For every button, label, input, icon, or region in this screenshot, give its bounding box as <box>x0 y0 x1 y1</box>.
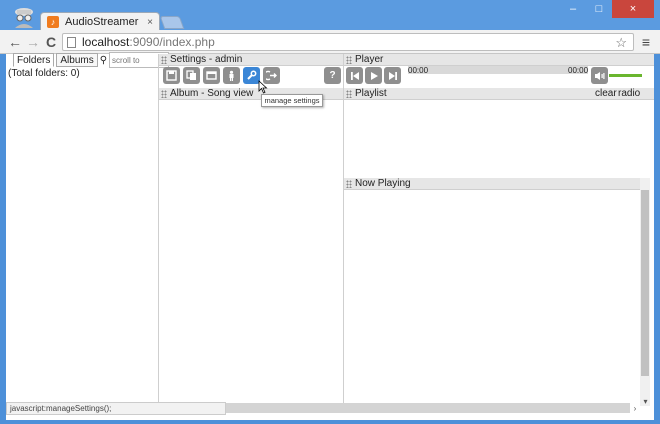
settings-title: Settings - admin <box>170 54 243 65</box>
maximize-button[interactable]: □ <box>586 0 612 18</box>
help-button[interactable]: ? <box>324 67 341 84</box>
address-bar[interactable]: localhost:9090/index.php ☆ <box>62 33 634 51</box>
scroll-down-icon[interactable]: ▾ <box>641 396 650 406</box>
album-divider[interactable] <box>343 54 344 406</box>
next-track-icon[interactable] <box>384 67 401 84</box>
settings-header: Settings - admin <box>159 54 343 66</box>
url-path: :9090/index.php <box>129 35 215 49</box>
music-note-icon: ♪ <box>47 16 59 28</box>
album-view-title: Album - Song view <box>170 88 254 99</box>
horizontal-scrollbar[interactable] <box>218 403 630 413</box>
player-controls <box>346 67 401 84</box>
status-bar: javascript:manageSettings(); <box>6 402 226 415</box>
drag-handle-icon[interactable] <box>346 179 352 188</box>
player-header: Player <box>344 54 654 66</box>
close-window-button[interactable]: × <box>612 0 654 18</box>
back-button[interactable]: ← <box>6 33 24 51</box>
seek-bar[interactable] <box>408 66 588 74</box>
now-playing-header: Now Playing <box>344 178 640 190</box>
tab-close-icon[interactable]: × <box>147 17 153 28</box>
clear-button[interactable]: clear <box>595 88 617 99</box>
drag-handle-icon[interactable] <box>161 55 167 64</box>
volume-icon[interactable] <box>591 67 608 84</box>
browser-tab-active[interactable]: ♪ AudioStreamer × <box>40 12 160 31</box>
tab-folders[interactable]: Folders <box>13 53 55 67</box>
save-icon[interactable] <box>163 67 180 84</box>
tab-albums[interactable]: Albums <box>56 53 98 67</box>
new-tab-button[interactable] <box>159 16 185 29</box>
tooltip: manage settings <box>261 94 323 107</box>
window-controls: – □ × <box>560 0 654 18</box>
bookmark-star-icon[interactable]: ☆ <box>615 35 627 51</box>
minimize-button[interactable]: – <box>560 0 586 18</box>
now-playing-title: Now Playing <box>355 178 411 189</box>
player-title: Player <box>355 54 384 65</box>
play-icon[interactable] <box>365 67 382 84</box>
previous-track-icon[interactable] <box>346 67 363 84</box>
drag-handle-icon[interactable] <box>346 55 352 64</box>
library-divider[interactable] <box>158 54 159 406</box>
radio-button[interactable]: radio <box>618 88 640 99</box>
user-icon[interactable] <box>223 67 240 84</box>
copy-icon[interactable] <box>183 67 200 84</box>
total-folders-text: (Total folders: 0) <box>8 68 80 79</box>
drag-handle-icon[interactable] <box>346 89 352 98</box>
forward-button[interactable]: → <box>24 33 42 51</box>
window-icon[interactable] <box>203 67 220 84</box>
url-host: localhost <box>82 35 130 49</box>
page-content: Folders Albums ⚲ (Total folders: 0) Sett… <box>6 52 654 420</box>
chrome-menu-icon[interactable]: ≡ <box>638 33 654 51</box>
mouse-cursor-icon <box>258 80 268 94</box>
drag-handle-icon[interactable] <box>161 89 167 98</box>
search-icon: ⚲ <box>99 54 108 66</box>
time-total: 00:00 <box>568 66 589 75</box>
tab-title: AudioStreamer <box>65 16 139 28</box>
playlist-title: Playlist <box>355 88 387 99</box>
user-avatar-icon[interactable] <box>10 6 38 28</box>
page-icon <box>67 36 76 48</box>
scroll-right-icon[interactable]: › <box>630 402 640 414</box>
time-elapsed: 00:00 <box>408 66 429 75</box>
volume-slider[interactable] <box>609 74 642 77</box>
scrollbar-thumb[interactable] <box>641 190 649 376</box>
reload-button[interactable]: C <box>42 33 60 51</box>
library-tabs: Folders Albums ⚲ <box>6 52 170 68</box>
